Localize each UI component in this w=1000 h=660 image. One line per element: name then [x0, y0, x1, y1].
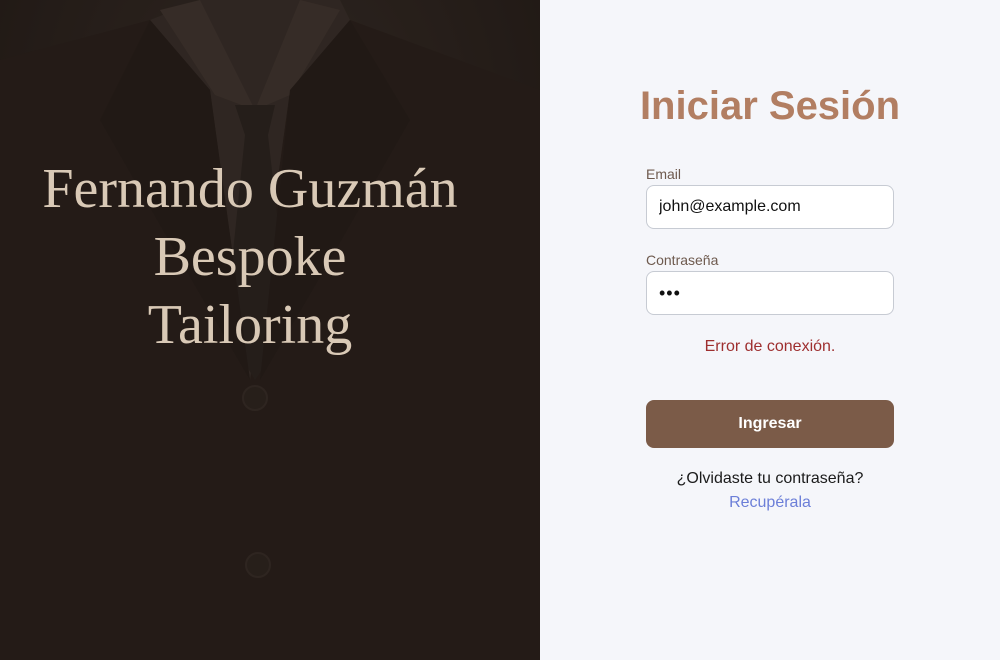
brand-title-line3: Tailoring [147, 294, 353, 356]
brand-panel: Fernando Guzmán Bespoke Tailoring [0, 0, 540, 660]
login-button[interactable]: Ingresar [646, 400, 894, 448]
brand-title-line1: Fernando Guzmán [42, 158, 458, 220]
error-message: Error de conexión. [704, 338, 836, 355]
password-label: Contraseña [646, 252, 719, 268]
recover-password-link[interactable]: Recupérala [540, 494, 1000, 512]
brand-title-line2: Bespoke [153, 226, 347, 288]
email-field[interactable] [646, 185, 894, 229]
login-panel: Iniciar Sesión Email Contraseña Error de… [540, 0, 1000, 660]
password-field[interactable] [646, 271, 894, 315]
brand-title: Fernando Guzmán Bespoke Tailoring [0, 155, 500, 359]
email-label: Email [646, 166, 682, 182]
login-title: Iniciar Sesión [639, 84, 901, 128]
forgot-password-text: ¿Olvidaste tu contraseña? [676, 470, 864, 487]
